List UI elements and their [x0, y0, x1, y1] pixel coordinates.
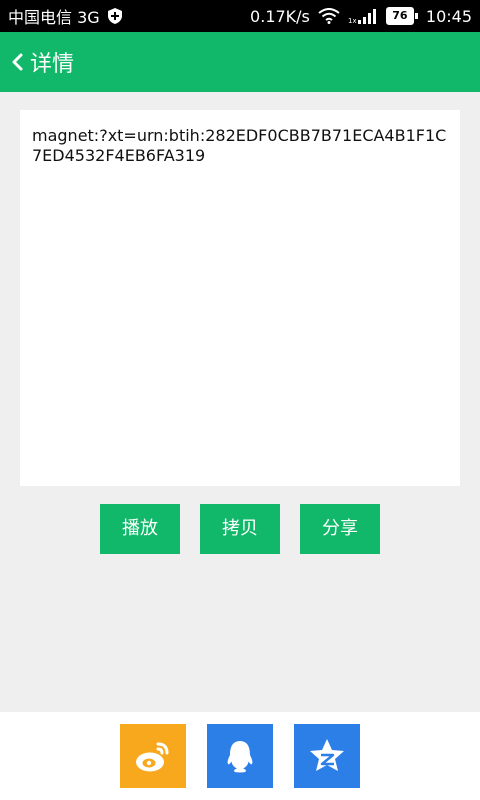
- qq-icon: [227, 741, 253, 773]
- copy-button[interactable]: 拷贝: [200, 504, 280, 554]
- signal-label: 1x: [348, 17, 357, 24]
- wifi-icon: [318, 8, 340, 24]
- magnet-card: magnet:?xt=urn:btih:282EDF0CBB7B71ECA4B1…: [20, 110, 460, 486]
- app-header: 详情: [0, 32, 480, 92]
- status-right: 0.17K/s 1x 76 10:45: [250, 0, 472, 32]
- net-speed: 0.17K/s: [250, 6, 310, 26]
- share-bar: [0, 712, 480, 800]
- weibo-icon: [136, 742, 169, 772]
- page-title: 详情: [30, 52, 75, 77]
- chevron-left-icon: [10, 53, 24, 71]
- play-button[interactable]: 播放: [100, 504, 180, 554]
- share-qq-button[interactable]: [207, 724, 273, 788]
- share-button[interactable]: 分享: [300, 504, 380, 554]
- action-bar: 播放 拷贝 分享: [0, 504, 480, 554]
- battery-level: 76: [385, 7, 414, 25]
- signal-icon: 1x: [348, 8, 378, 25]
- share-qzone-button[interactable]: [294, 724, 360, 788]
- back-button[interactable]: 详情: [10, 32, 74, 92]
- qzone-icon: [310, 739, 344, 771]
- shield-icon: [106, 7, 124, 25]
- battery-icon: 76: [385, 7, 418, 25]
- carrier-label: 中国电信 3G: [8, 8, 100, 27]
- share-weibo-button[interactable]: [120, 724, 186, 788]
- magnet-link-text[interactable]: magnet:?xt=urn:btih:282EDF0CBB7B71ECA4B1…: [32, 126, 448, 166]
- clock: 10:45: [425, 6, 472, 26]
- status-left: 中国电信 3G: [8, 0, 124, 32]
- status-bar: 中国电信 3G 0.17K/s 1x 76 10:45: [0, 0, 480, 32]
